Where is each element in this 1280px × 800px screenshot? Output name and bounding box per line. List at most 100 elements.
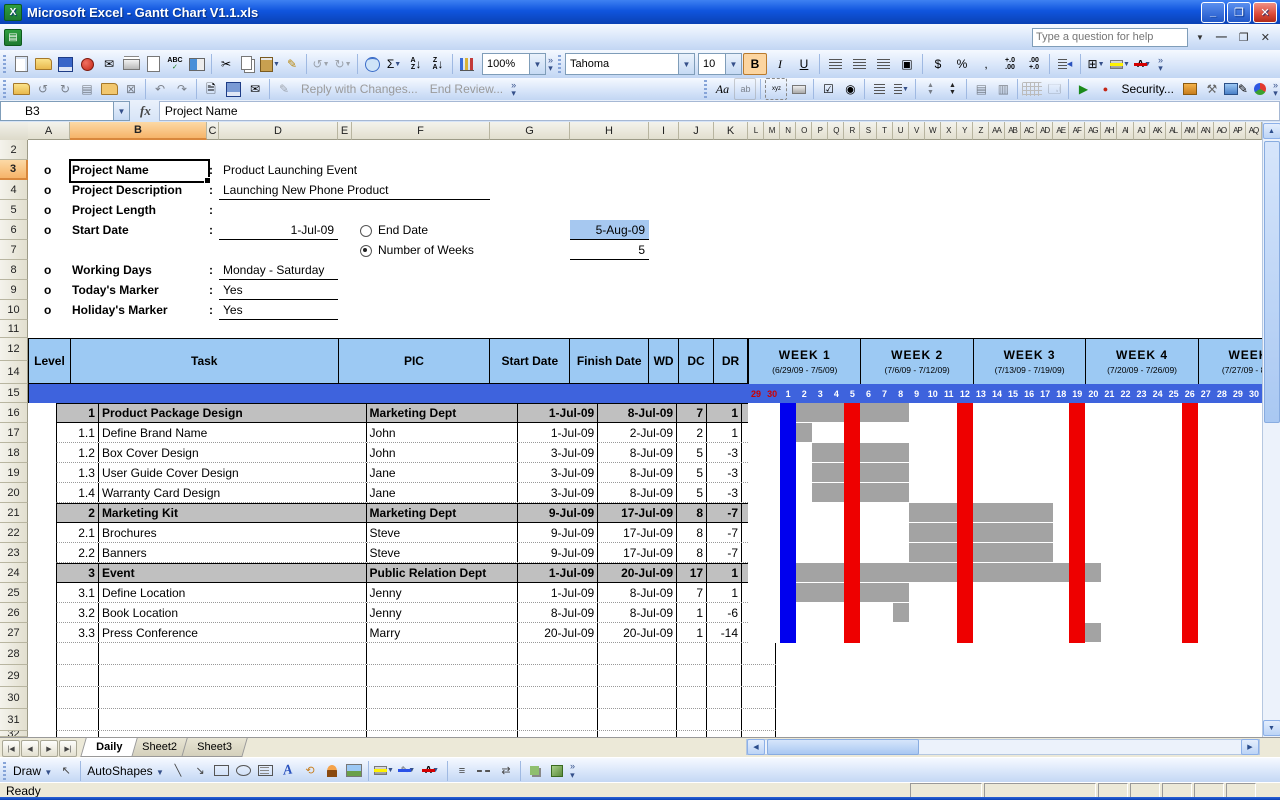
task-cell-start[interactable]: 9-Jul-09 [518,523,598,542]
empty-cell[interactable] [99,687,367,708]
align-right-icon[interactable] [872,54,894,74]
day-cell[interactable]: 29 [1230,384,1246,403]
reply-with-changes-icon[interactable]: ✎ [274,79,294,99]
accept-change-icon[interactable]: ↶ [150,79,170,99]
empty-cell[interactable] [367,665,519,686]
task-cell-level[interactable]: 2.1 [57,523,99,542]
task-cell-start[interactable]: 1-Jul-09 [518,583,598,602]
column-header[interactable]: AF [1069,122,1085,140]
new-comment-icon[interactable] [11,79,31,99]
form-bullet[interactable]: o [44,260,51,280]
row-header[interactable]: 26 [0,603,28,623]
sort-descending-icon[interactable]: ZA↓ [428,54,448,74]
window-close-icon[interactable]: ✕ [1257,31,1274,44]
row-header[interactable]: 27 [0,623,28,643]
task-cell-level[interactable]: 3.1 [57,583,99,602]
toolbox-icon[interactable]: ⚒ [1202,79,1222,99]
task-cell-dc[interactable]: -3 [707,443,742,462]
task-cell-task[interactable]: Warranty Card Design [99,483,367,502]
open-folder-icon[interactable] [33,54,53,74]
task-cell-start[interactable]: 1-Jul-09 [518,423,598,442]
day-cell[interactable]: 28 [1214,384,1230,403]
decrease-decimal-icon[interactable]: .00+.0 [1023,54,1045,74]
task-cell-level[interactable]: 1 [57,404,99,422]
form-value[interactable]: 1-Jul-09 [219,220,334,240]
row-header[interactable]: 20 [0,483,28,503]
column-header[interactable]: U [893,122,909,140]
day-cell[interactable]: 9 [909,384,925,403]
column-header[interactable]: AG [1085,122,1101,140]
gantt-header-cell[interactable]: DC [679,339,714,383]
task-cell-dc[interactable]: 1 [707,404,742,422]
day-cell[interactable]: 12 [957,384,973,403]
column-header[interactable]: AO [1214,122,1230,140]
align-center-icon[interactable] [848,54,870,74]
row-header[interactable]: 4 [0,180,28,200]
show-all-comments-icon[interactable] [99,79,119,99]
column-header[interactable]: K [714,122,748,140]
radio-label[interactable]: End Date [378,220,428,240]
format-painter-icon[interactable]: ✎ [282,54,302,74]
autosum-icon[interactable]: Σ▼ [384,54,404,74]
record-macro-icon[interactable]: ● [1095,79,1115,99]
task-cell-task[interactable]: User Guide Cover Design [99,463,367,482]
increase-decimal-icon[interactable]: +.0.00 [999,54,1021,74]
form-bullet[interactable]: o [44,180,51,200]
form-colon[interactable]: : [209,200,213,220]
gantt-header-cell[interactable]: Task [71,339,339,383]
label-control-icon[interactable]: Aa [712,79,732,99]
day-cell[interactable]: 6 [860,384,876,403]
task-cell-wd[interactable]: 8 [677,523,707,542]
task-cell-level[interactable]: 3.2 [57,603,99,622]
edit-box-icon[interactable]: ab [734,78,756,100]
empty-cell[interactable] [598,665,677,686]
option-value[interactable]: 5-Aug-09 [570,220,649,240]
reviewing-toolbar-grip[interactable] [3,80,6,98]
day-cell[interactable]: 24 [1150,384,1166,403]
task-cell-start[interactable]: 20-Jul-09 [518,623,598,642]
day-cell[interactable]: 25 [1166,384,1182,403]
empty-cell[interactable] [677,643,707,664]
update-file-icon[interactable]: 🗎 [201,79,221,99]
column-header[interactable]: R [844,122,860,140]
italic-button[interactable]: I [769,54,791,74]
task-cell-task[interactable]: Define Brand Name [99,423,367,442]
day-cell[interactable]: 15 [1005,384,1021,403]
row-header[interactable]: 2 [0,140,28,160]
task-cell-finish[interactable]: 8-Jul-09 [598,404,677,422]
day-cell[interactable]: 22 [1117,384,1133,403]
day-cell[interactable]: 8 [893,384,909,403]
radio-button[interactable] [360,245,372,257]
task-cell-wd[interactable]: 1 [677,623,707,642]
empty-cell[interactable] [742,709,776,730]
column-header[interactable]: Q [828,122,844,140]
task-cell-pic[interactable]: Jane [367,483,519,502]
task-cell-wd[interactable]: 5 [677,463,707,482]
task-cell-dc[interactable]: -7 [707,504,742,522]
day-cell[interactable]: 14 [989,384,1005,403]
form-label[interactable]: Project Length [72,200,156,220]
borders-icon[interactable]: ⊞▼ [1085,54,1107,74]
send-to-mail-icon[interactable] [223,79,243,99]
font-size-select[interactable]: 10▼ [698,53,742,75]
toolbar-options-icon[interactable]: »▾ [548,56,553,72]
task-cell-wd[interactable]: 7 [677,583,707,602]
column-header[interactable]: AL [1166,122,1182,140]
task-cell-level[interactable]: 3 [57,564,99,582]
radio-label[interactable]: Number of Weeks [378,240,474,260]
day-cell[interactable]: 5 [844,384,860,403]
task-cell-finish[interactable]: 8-Jul-09 [598,443,677,462]
task-cell-level[interactable]: 1.4 [57,483,99,502]
task-cell-pic[interactable]: Jane [367,463,519,482]
day-cell[interactable]: 16 [1021,384,1037,403]
task-cell-dc[interactable]: -7 [707,523,742,542]
task-cell-task[interactable]: Box Cover Design [99,443,367,462]
sheet-tab-sheet3[interactable]: Sheet3 [181,738,247,757]
zoom-select[interactable]: 100%▼ [482,53,546,75]
column-header[interactable]: D [219,122,338,140]
row-header[interactable]: 14 [0,361,28,384]
task-cell-task[interactable]: Banners [99,543,367,562]
insert-function-icon[interactable]: fx [140,103,151,119]
task-cell-level[interactable]: 1.1 [57,423,99,442]
task-cell-task[interactable]: Marketing Kit [99,504,367,522]
